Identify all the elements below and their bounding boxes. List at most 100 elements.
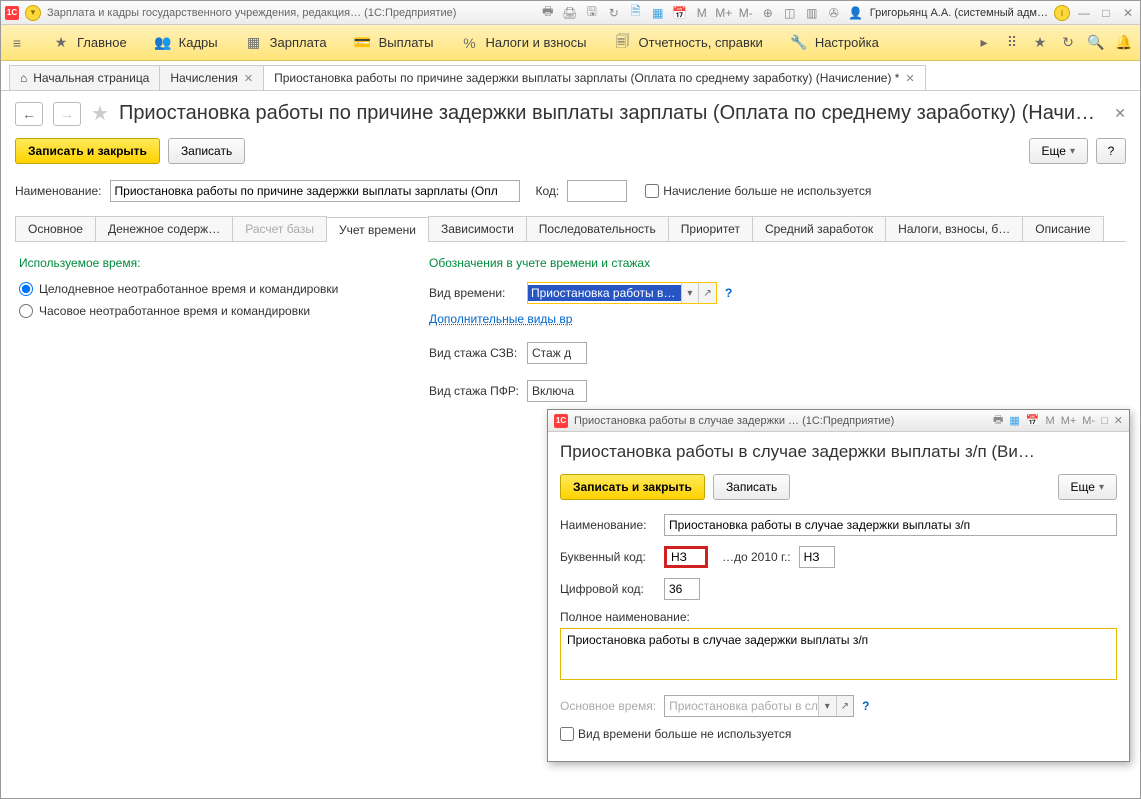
nav-back-button[interactable]: ← (15, 102, 43, 126)
additional-types-link[interactable]: Дополнительные виды вр (429, 312, 749, 326)
main-menu-glavnoe[interactable]: ★Главное (53, 35, 127, 51)
main-menu-nastroyka[interactable]: 🔧Настройка (791, 35, 879, 51)
close-icon[interactable]: ✕ (905, 72, 914, 85)
radio-hourly[interactable]: Часовое неотработанное время и командиро… (19, 304, 389, 318)
app-logo-icon: 1C (554, 414, 568, 428)
info-icon[interactable]: i (1054, 5, 1070, 21)
calc2-icon: ▦ (246, 35, 262, 51)
tab-posledovatelnost[interactable]: Последовательность (526, 216, 669, 241)
panel-icon[interactable]: ▥ (804, 5, 820, 21)
tab-zavisimosti[interactable]: Зависимости (428, 216, 527, 241)
doc-tab-home[interactable]: ⌂ Начальная страница (9, 65, 160, 90)
calc-icon[interactable]: ▦ (1009, 414, 1019, 427)
main-menu-otchetnost[interactable]: 🗐Отчетность, справки (615, 35, 763, 51)
fav-icon[interactable]: ★ (1032, 35, 1048, 51)
bell-icon[interactable]: 🔔 (1116, 35, 1132, 51)
more-button[interactable]: Еще (1029, 138, 1088, 164)
modal-save-close-button[interactable]: Записать и закрыть (560, 474, 705, 500)
menu-label: Главное (77, 35, 127, 50)
modal-full-name-field[interactable] (560, 628, 1117, 680)
not-used-checkbox[interactable] (645, 184, 659, 198)
main-menu-nalogi[interactable]: %Налоги и взносы (461, 35, 586, 51)
search-icon[interactable]: 🔍 (1088, 35, 1104, 51)
print-icon[interactable]: 🖶 (993, 411, 1003, 430)
modal-close-icon[interactable]: ✕ (1114, 414, 1123, 427)
main-menu-zarplata[interactable]: ▦Зарплата (246, 35, 327, 51)
save-button[interactable]: Записать (168, 138, 245, 164)
close-window-icon[interactable]: ✕ (1120, 5, 1136, 21)
print-icon[interactable]: 🖶 (540, 5, 556, 21)
help-button[interactable]: ? (1096, 138, 1126, 164)
modal-titlebar[interactable]: 1C Приостановка работы в случае задержки… (548, 410, 1129, 432)
help-icon[interactable]: ? (725, 286, 732, 300)
help-icon[interactable]: ? (862, 699, 869, 713)
doc-icon[interactable]: 🗎 (628, 5, 644, 21)
favorite-star-icon[interactable]: ★ (91, 101, 109, 126)
dropdown-icon[interactable]: ▾ (681, 283, 699, 303)
refresh-icon[interactable]: ↻ (606, 5, 622, 21)
modal-save-button[interactable]: Записать (713, 474, 790, 500)
zoom-in-icon[interactable]: ⊕ (760, 5, 776, 21)
modal-not-used-checkbox[interactable] (560, 727, 574, 741)
name-field[interactable] (110, 180, 520, 202)
m-minus-icon[interactable]: M- (1082, 415, 1095, 427)
radio-fullday-input[interactable] (19, 282, 33, 296)
home-icon: ⌂ (20, 71, 27, 85)
modal-name-field[interactable] (664, 514, 1117, 536)
calc-icon[interactable]: ▦ (650, 5, 666, 21)
pfr-select[interactable]: Включа (527, 380, 587, 402)
page-area: ← → ★ Приостановка работы по причине зад… (1, 91, 1140, 798)
m-icon[interactable]: M (694, 5, 710, 21)
modal-pre2010-field[interactable] (799, 546, 835, 568)
modal-main-time-label: Основное время: (560, 699, 656, 713)
m-plus-icon[interactable]: M+ (1061, 415, 1077, 427)
radio-fullday[interactable]: Целодневное неотработанное время и коман… (19, 282, 389, 296)
code-field[interactable] (567, 180, 627, 202)
main-menu-vyplaty[interactable]: 💳Выплаты (355, 35, 434, 51)
action-bar: Записать и закрыть Записать Еще ? (15, 138, 1126, 164)
m-icon[interactable]: M (1046, 415, 1055, 427)
menu-icon[interactable]: ≡ (9, 35, 25, 51)
doc-tab-current[interactable]: Приостановка работы по причине задержки … (263, 65, 926, 90)
radio-hourly-input[interactable] (19, 304, 33, 318)
save-and-close-button[interactable]: Записать и закрыть (15, 138, 160, 164)
calendar-icon[interactable]: 📅 (672, 5, 688, 21)
maximize-icon[interactable]: □ (1098, 5, 1114, 21)
modal-window-title: Приостановка работы в случае задержки … … (574, 415, 987, 427)
modal-letter-code-field[interactable] (664, 546, 708, 568)
minimize-icon[interactable]: — (1076, 5, 1092, 21)
page-header: ← → ★ Приостановка работы по причине зад… (15, 101, 1126, 126)
view-icon[interactable]: ◫ (782, 5, 798, 21)
close-page-icon[interactable]: ✕ (1114, 105, 1126, 122)
vid-vremeni-select[interactable]: Приостановка работы в сл ▾ ↗ (527, 282, 717, 304)
history-icon[interactable]: ↻ (1060, 35, 1076, 51)
modal-maximize-icon[interactable]: □ (1101, 415, 1108, 427)
tab-osnovnoe[interactable]: Основное (15, 216, 96, 241)
current-user[interactable]: Григорьянц А.А. (системный адм… (870, 7, 1048, 19)
main-menu-kadry[interactable]: 👥Кадры (155, 35, 218, 51)
modal-digit-code-field[interactable] (664, 578, 700, 600)
tool-icon[interactable]: ✇ (826, 5, 842, 21)
tab-uchet-vremeni[interactable]: Учет времени (326, 217, 429, 242)
doc-tab-nachisleniya[interactable]: Начисления ✕ (159, 65, 264, 90)
tab-sredniy[interactable]: Средний заработок (752, 216, 886, 241)
open-icon[interactable]: ↗ (698, 283, 716, 303)
tab-opisanie[interactable]: Описание (1022, 216, 1103, 241)
apps-icon[interactable]: ⠿ (1004, 35, 1020, 51)
print2-icon[interactable]: 🖨 (562, 5, 578, 21)
modal-more-button[interactable]: Еще (1058, 474, 1117, 500)
tab-denezhnoe[interactable]: Денежное содерж… (95, 216, 233, 241)
szv-value: Стаж д (528, 346, 575, 360)
tab-nalogi[interactable]: Налоги, взносы, б… (885, 216, 1023, 241)
next-icon[interactable]: ▸ (976, 35, 992, 51)
save-icon[interactable]: 🖫 (584, 5, 600, 21)
dropdown-circle-icon[interactable]: ▾ (25, 5, 41, 21)
m-plus-icon[interactable]: M+ (716, 5, 732, 21)
calendar-icon[interactable]: 📅 (1026, 414, 1040, 427)
tab-prioritet[interactable]: Приоритет (668, 216, 753, 241)
close-icon[interactable]: ✕ (244, 72, 253, 85)
m-minus-icon[interactable]: M- (738, 5, 754, 21)
nav-forward-button[interactable]: → (53, 102, 81, 126)
szv-select[interactable]: Стаж д (527, 342, 587, 364)
tab-label: Начисления (170, 71, 238, 85)
